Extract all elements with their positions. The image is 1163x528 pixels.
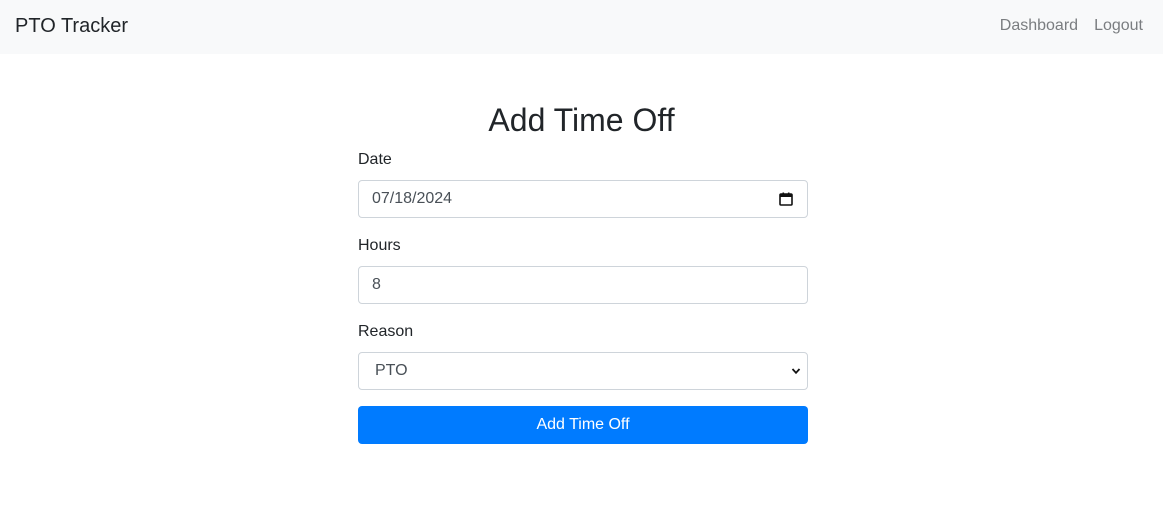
date-label: Date xyxy=(358,151,392,168)
hours-label: Hours xyxy=(358,237,401,254)
nav-links: Dashboard Logout xyxy=(1000,16,1143,36)
chevron-down-icon xyxy=(791,368,801,375)
nav-link-dashboard[interactable]: Dashboard xyxy=(1000,16,1078,36)
nav-link-logout[interactable]: Logout xyxy=(1094,16,1143,36)
hours-value: 8 xyxy=(372,276,381,293)
navbar: PTO Tracker Dashboard Logout xyxy=(0,0,1163,54)
page-title: Add Time Off xyxy=(488,102,675,138)
hours-input[interactable]: 8 xyxy=(358,266,808,304)
date-value: 07/18/2024 xyxy=(372,190,453,207)
calendar-icon[interactable] xyxy=(779,192,793,206)
reason-select[interactable]: PTO xyxy=(358,352,808,390)
add-time-off-button[interactable]: Add Time Off xyxy=(358,406,808,444)
reason-label: Reason xyxy=(358,323,414,340)
reason-selected-value: PTO xyxy=(375,362,408,379)
brand-link[interactable]: PTO Tracker xyxy=(15,14,128,38)
date-input[interactable]: 07/18/2024 xyxy=(358,180,808,218)
